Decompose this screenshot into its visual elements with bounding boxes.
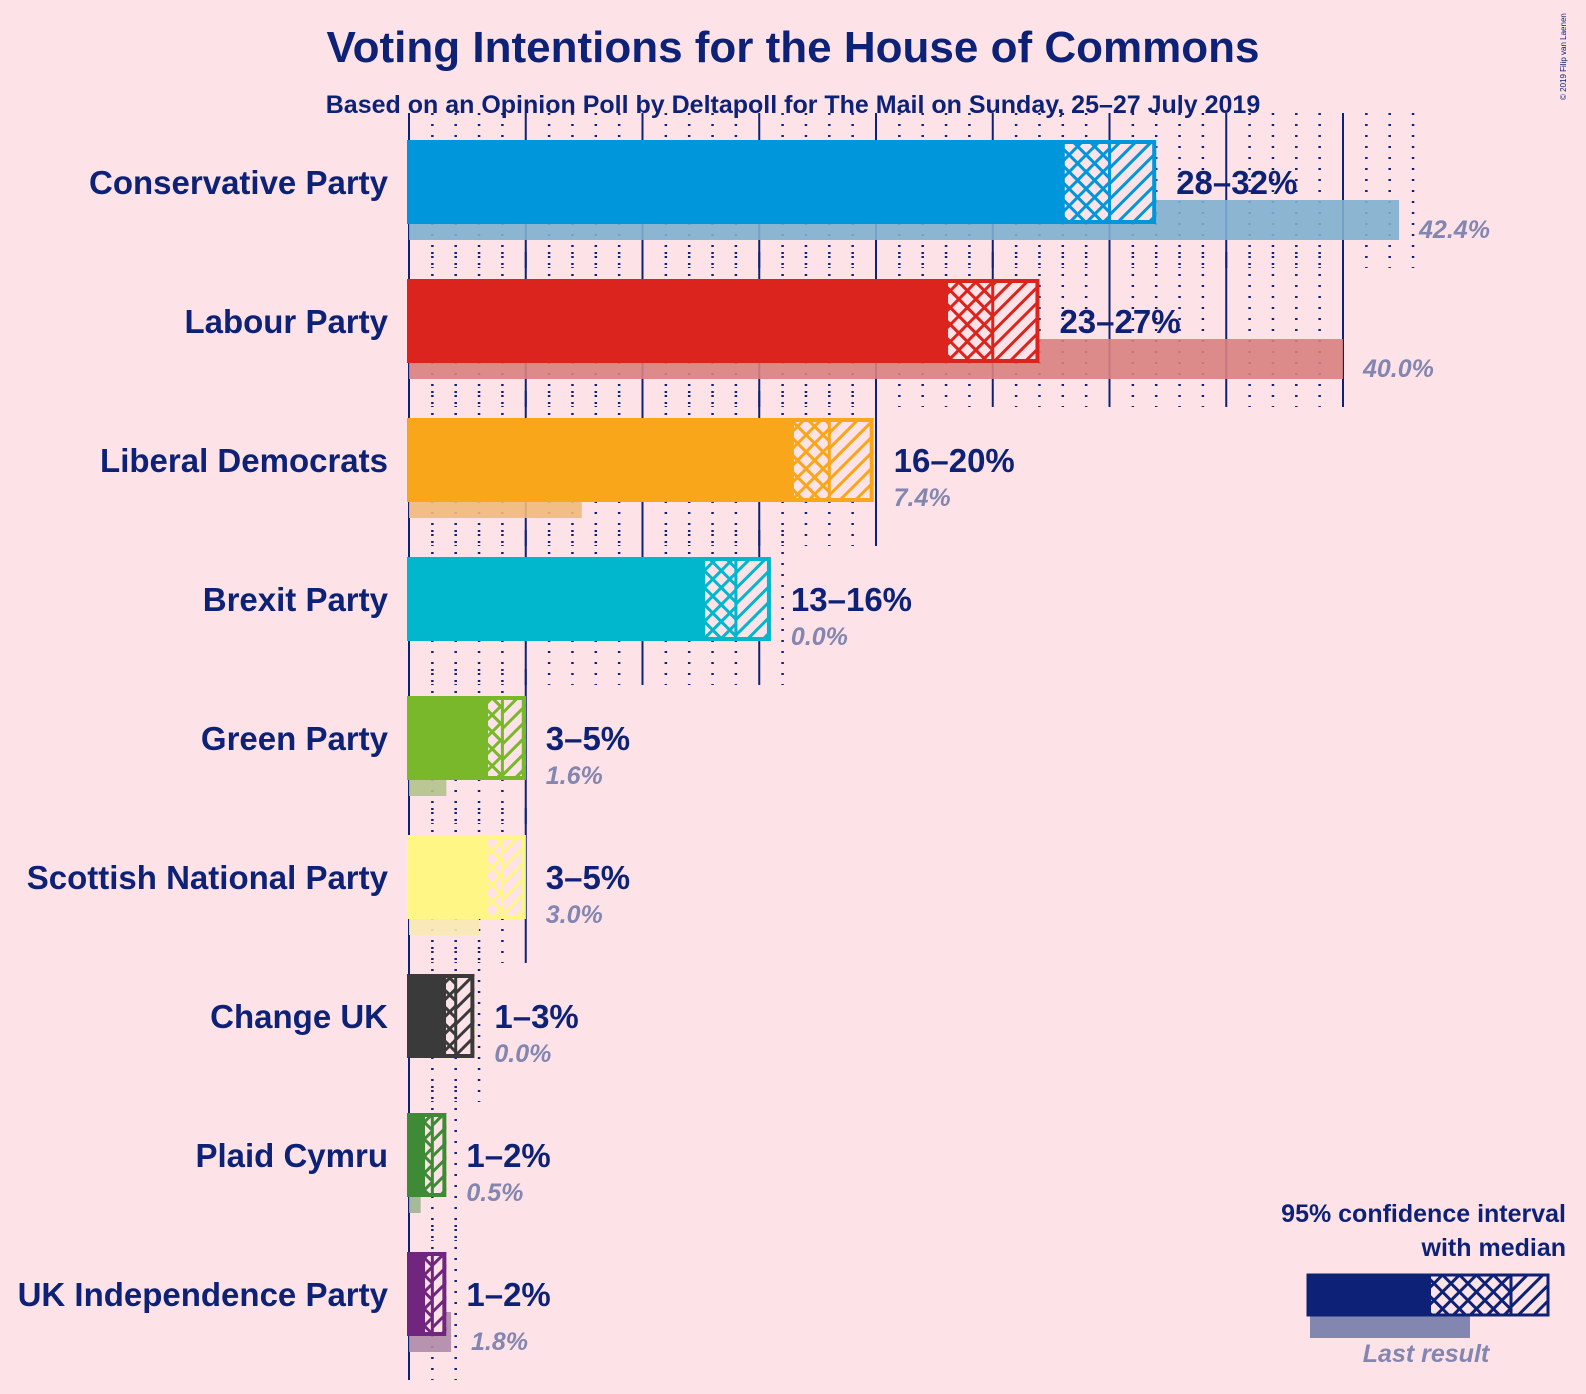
ci-solid-bar (407, 1252, 424, 1336)
ci-lower-half (1062, 140, 1110, 224)
ci-solid-bar (407, 279, 947, 363)
party-label: UK Independence Party (18, 1276, 389, 1313)
ci-lower-half (791, 418, 830, 502)
ci-upper-half (829, 418, 874, 502)
range-label: 16–20% (894, 442, 1015, 479)
ci-solid-bar (407, 974, 445, 1058)
ci-upper-half (735, 557, 771, 641)
party-label: Labour Party (184, 303, 388, 340)
last-result-label: 0.0% (494, 1040, 551, 1068)
range-label: 1–2% (466, 1276, 550, 1313)
range-label: 23–27% (1059, 303, 1180, 340)
last-result-label: 7.4% (894, 484, 951, 512)
last-result-label: 3.0% (546, 901, 603, 929)
last-result-label: 40.0% (1362, 355, 1434, 383)
range-label: 3–5% (546, 720, 630, 757)
ci-lower-half (486, 835, 503, 919)
last-result-label: 1.8% (471, 1328, 528, 1356)
party-label: Brexit Party (203, 581, 389, 618)
last-result-label: 42.4% (1418, 216, 1490, 244)
ci-lower-half (703, 557, 736, 641)
party-label: Change UK (210, 998, 388, 1035)
range-label: 3–5% (546, 859, 630, 896)
legend-last-result-label: Last result (1363, 1340, 1491, 1368)
legend-cross (1431, 1274, 1511, 1316)
ci-solid-bar (407, 140, 1063, 224)
ci-solid-bar (407, 696, 487, 780)
ci-lower-half (486, 696, 503, 780)
party-label: Scottish National Party (27, 859, 389, 896)
bars-group: Conservative Party 28–32% 42.4% Labour Part… (18, 140, 1490, 1356)
last-result-label: 0.5% (466, 1179, 523, 1207)
legend-hatch (1511, 1274, 1549, 1316)
ci-solid-bar (407, 835, 487, 919)
ci-upper-half (1109, 140, 1157, 224)
range-label: 1–2% (466, 1137, 550, 1174)
legend-title-line1: 95% confidence interval (1281, 1200, 1566, 1228)
range-label: 1–3% (494, 998, 578, 1035)
chart-subtitle: Based on an Opinion Poll by Deltapoll fo… (326, 91, 1260, 119)
legend-solid (1307, 1274, 1431, 1316)
copyright-note: © 2019 Filip van Laenen (1559, 13, 1568, 100)
party-label: Green Party (201, 720, 389, 757)
party-label: Liberal Democrats (100, 442, 388, 479)
legend-title-line2: with median (1421, 1234, 1566, 1262)
chart-title: Voting Intentions for the House of Commo… (327, 23, 1260, 72)
ci-solid-bar (407, 418, 792, 502)
ci-upper-half (992, 279, 1040, 363)
party-label: Plaid Cymru (195, 1137, 388, 1174)
ci-lower-half (946, 279, 993, 363)
legend-swatch (1306, 1273, 1550, 1338)
last-result-label: 0.0% (791, 623, 848, 651)
range-label: 13–16% (791, 581, 912, 618)
ci-solid-bar (407, 1113, 424, 1197)
last-result-label: 1.6% (546, 762, 603, 790)
poll-chart: Voting Intentions for the House of Commo… (18, 13, 1568, 1380)
range-label: 28–32% (1176, 164, 1297, 201)
party-label: Conservative Party (89, 164, 389, 201)
legend: 95% confidence interval with median Last… (1281, 1200, 1566, 1368)
ci-solid-bar (407, 557, 704, 641)
